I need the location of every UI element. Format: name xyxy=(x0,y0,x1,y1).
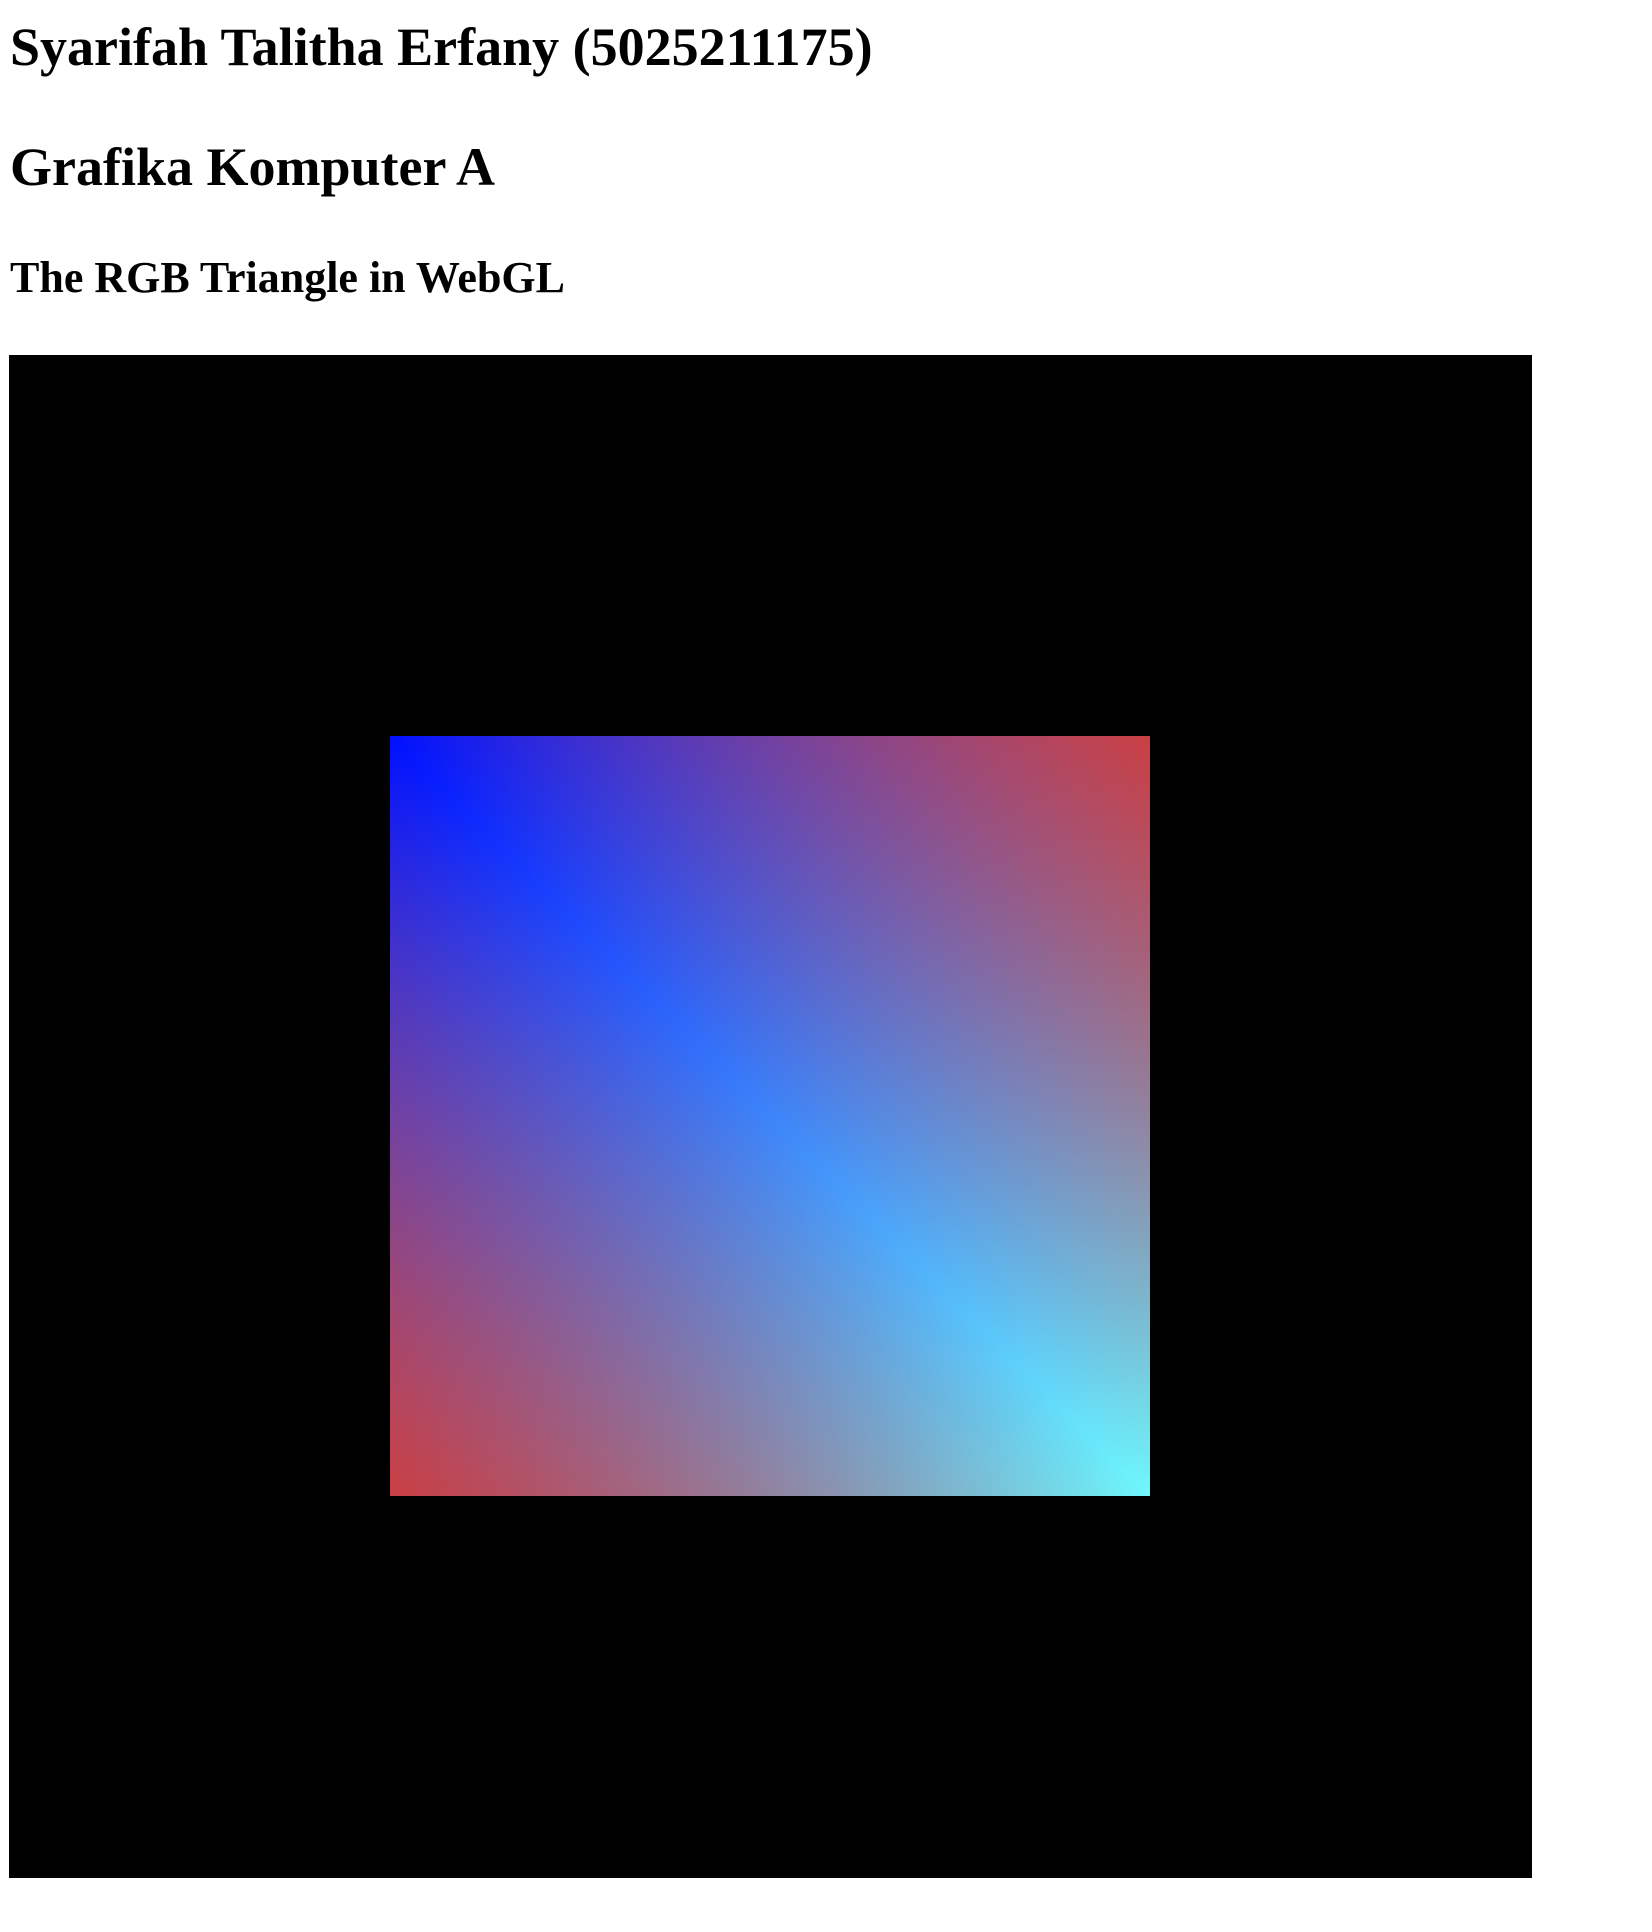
demo-subtitle-heading: The RGB Triangle in WebGL xyxy=(10,253,566,302)
page: Syarifah Talitha Erfany (5025211175) Gra… xyxy=(0,0,1652,1932)
webgl-canvas xyxy=(9,355,1532,1878)
gradient-square-overlay xyxy=(390,736,1150,1496)
author-name-heading: Syarifah Talitha Erfany (5025211175) xyxy=(10,17,873,77)
canvas-drawing xyxy=(390,736,1150,1496)
course-heading: Grafika Komputer A xyxy=(10,137,495,197)
